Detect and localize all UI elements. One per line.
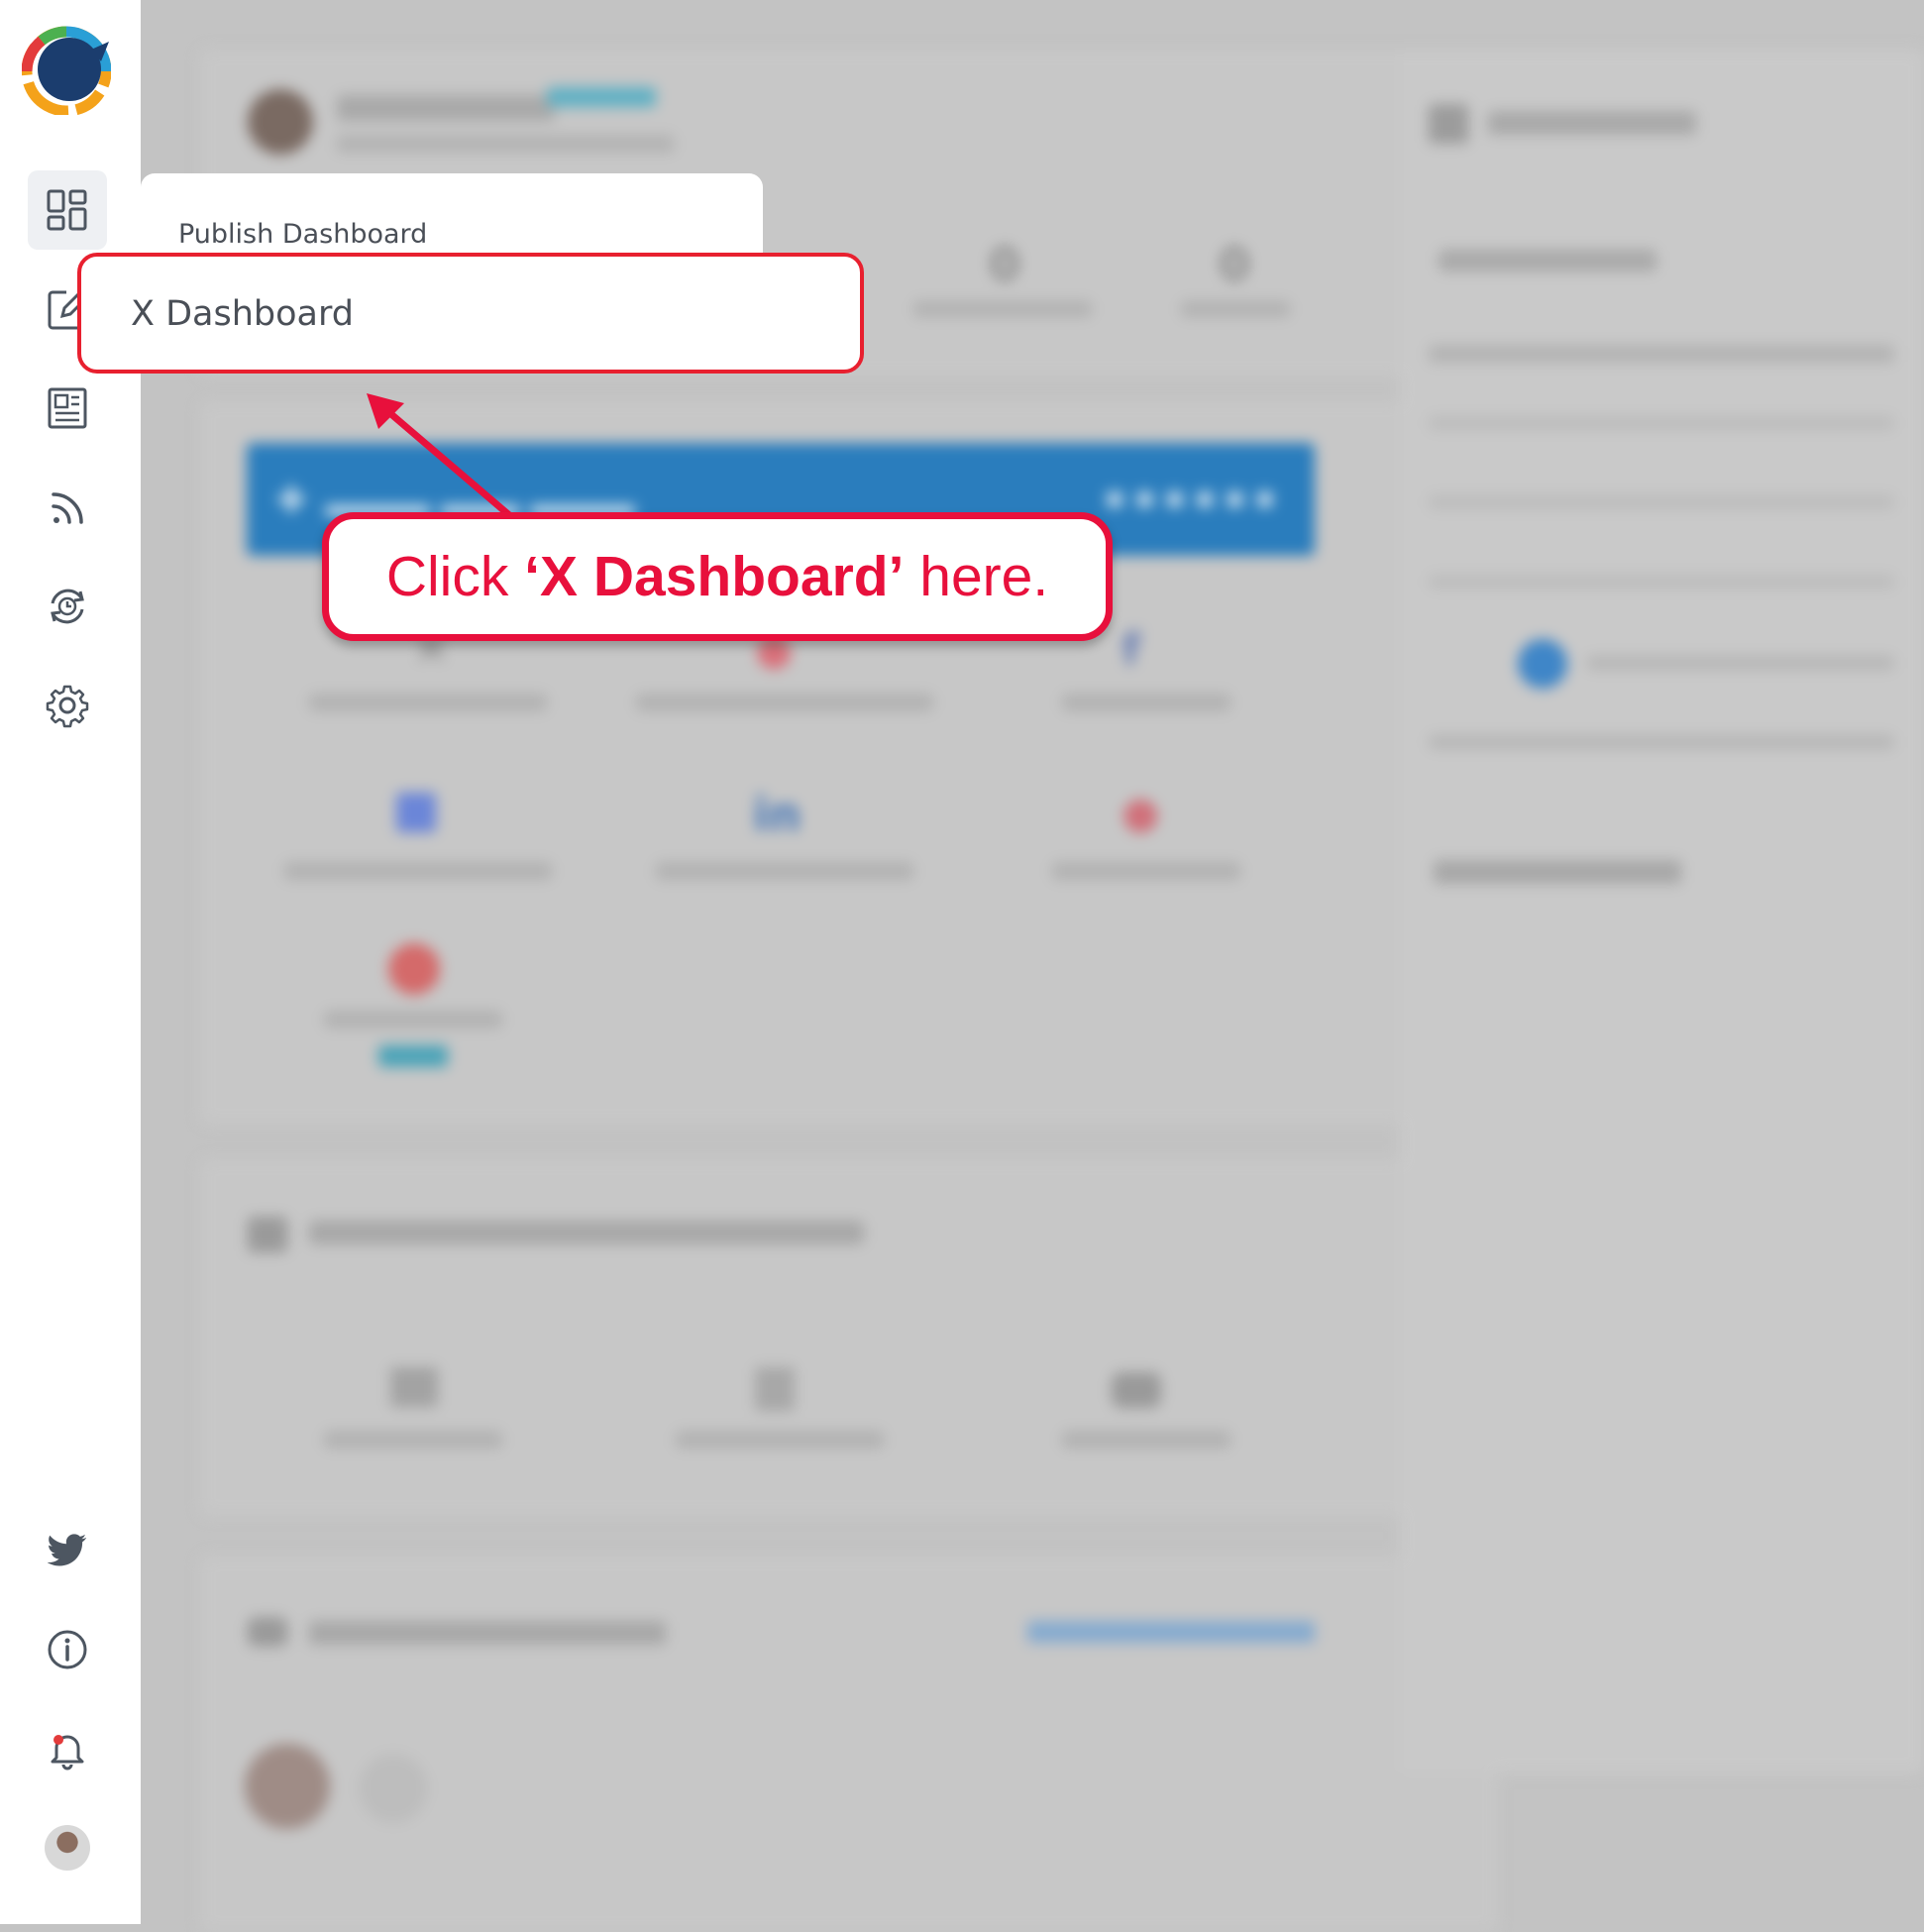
sidebar-item-settings[interactable] xyxy=(28,666,107,745)
pointer-arrow xyxy=(367,393,519,524)
menu-item-x-dashboard-label: X Dashboard xyxy=(131,294,354,334)
calendar-card xyxy=(1399,50,1924,1773)
sidebar-item-dashboard[interactable] xyxy=(28,170,107,250)
sidebar-item-twitter[interactable] xyxy=(28,1511,107,1590)
social-accounts-card xyxy=(200,1556,1498,1932)
info-icon xyxy=(48,1630,87,1669)
instruction-text: Click ‘X Dashboard’ here. xyxy=(385,545,1049,608)
sidebar-item-history[interactable] xyxy=(28,567,107,646)
document-list-icon xyxy=(48,387,87,429)
refresh-clock-icon xyxy=(51,589,84,624)
gear-icon xyxy=(46,685,89,728)
app-logo[interactable] xyxy=(22,22,111,115)
menu-item-x-dashboard[interactable]: X Dashboard xyxy=(77,253,864,374)
sidebar-item-notifications[interactable] xyxy=(28,1709,107,1788)
rss-icon xyxy=(52,492,83,524)
sidebar-item-posts[interactable] xyxy=(28,369,107,448)
bell-icon xyxy=(51,1735,84,1771)
profile-avatar xyxy=(248,89,313,155)
sidebar-item-info[interactable] xyxy=(28,1610,107,1689)
discovery-card xyxy=(200,1159,1498,1516)
sidebar-item-profile[interactable] xyxy=(28,1808,107,1887)
instruction-callout: Click ‘X Dashboard’ here. xyxy=(322,512,1113,641)
dashboard-grid-icon xyxy=(47,189,87,231)
twitter-icon xyxy=(47,1534,87,1566)
sidebar-item-feeds[interactable] xyxy=(28,468,107,547)
avatar xyxy=(45,1825,90,1871)
menu-item-publish-dashboard[interactable]: Publish Dashboard xyxy=(178,219,427,250)
